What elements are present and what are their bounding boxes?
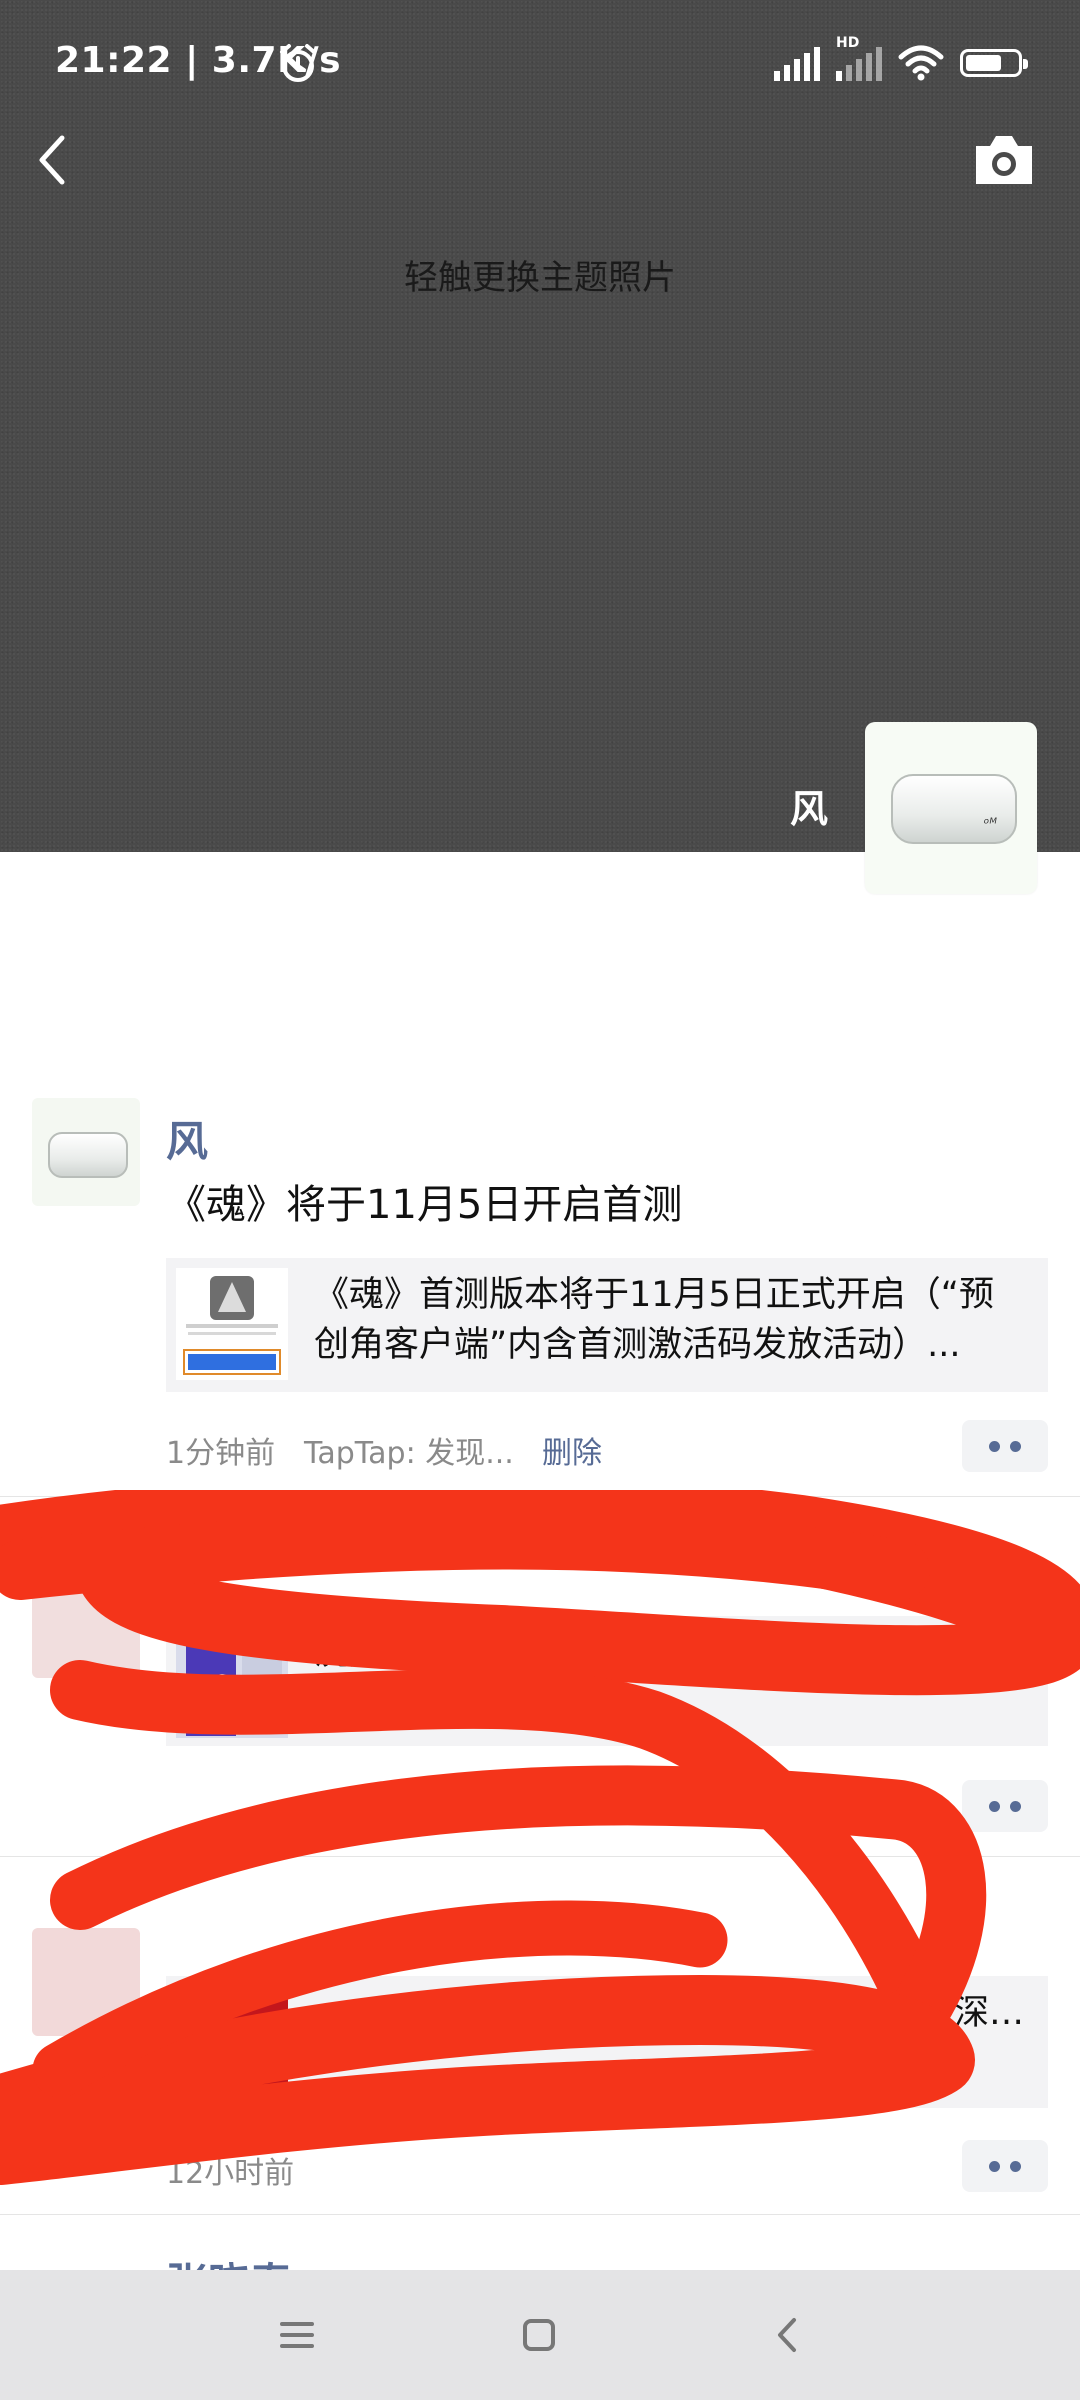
battery-fill (966, 55, 1001, 71)
post-source[interactable]: TapTap: 发现... (304, 1428, 514, 1472)
cover-hint[interactable]: 轻触更换主题照片 (0, 250, 1080, 299)
more-actions-button[interactable] (962, 1420, 1048, 1472)
signal-hd-icon: HD (836, 35, 882, 81)
game-thumbnail-image (176, 1268, 288, 1380)
camera-icon[interactable] (972, 132, 1036, 188)
status-icons: HD (774, 35, 1028, 88)
link-title: 《魂》首测版本将于11月5日正式开启（“预创角客户端”内含首测激活码发放活动）.… (314, 1275, 994, 1365)
link-card[interactable]: …体、深… (166, 1976, 1048, 2108)
post-text: 《魂》将于11月5日开启首测 (166, 1182, 683, 1228)
link-thumbnail (176, 1986, 288, 2098)
post-avatar[interactable] (32, 1928, 140, 2036)
system-nav-bar (0, 2270, 1080, 2400)
battery-icon (960, 49, 1028, 77)
link-card[interactable]: 洗脸10次不如…敷1逆天美白…让你15秒爱上它! (166, 1616, 1048, 1746)
post-avatar[interactable] (32, 1570, 140, 1678)
post-divider (0, 1856, 1080, 1857)
wifi-icon (898, 45, 944, 81)
delete-button[interactable]: 删除 (542, 1428, 602, 1472)
post-time: 12小时前 (166, 2156, 295, 2191)
signal-icon (774, 45, 820, 81)
post-divider (0, 2214, 1080, 2215)
status-bar: 21:22 | 3.7K/s HD (0, 0, 1080, 120)
more-actions-button[interactable] (962, 2140, 1048, 2192)
link-title: …体、深… (848, 1993, 1024, 2033)
alarm-icon (280, 44, 316, 82)
product-thumbnail-image (176, 1626, 288, 1738)
avatar-device-image (48, 1132, 128, 1178)
avatar-device-image: ᵒᴹ (891, 774, 1017, 844)
link-card[interactable]: 《魂》首测版本将于11月5日正式开启（“预创角客户端”内含首测激活码发放活动）.… (166, 1258, 1048, 1392)
back-arrow-icon[interactable] (30, 130, 80, 190)
back-triangle-icon[interactable] (752, 2300, 822, 2370)
link-title: 洗脸10次不如…敷1逆天美白…让你15秒爱上它! (314, 1633, 1021, 1723)
owner-name[interactable]: 风 (790, 778, 828, 833)
owner-avatar[interactable]: ᵒᴹ (865, 722, 1037, 894)
more-actions-button[interactable] (962, 1780, 1048, 1832)
hd-label: HD (836, 35, 860, 51)
link-thumbnail (176, 1268, 288, 1380)
link-thumbnail (176, 1626, 288, 1738)
post-avatar[interactable] (32, 1098, 140, 1206)
menu-icon[interactable] (262, 2300, 332, 2370)
post-time: 1分钟前 (166, 1436, 276, 1471)
post-author[interactable]: 风 (166, 1108, 208, 1169)
post-divider (0, 1496, 1080, 1497)
home-square-icon[interactable] (504, 2300, 574, 2370)
